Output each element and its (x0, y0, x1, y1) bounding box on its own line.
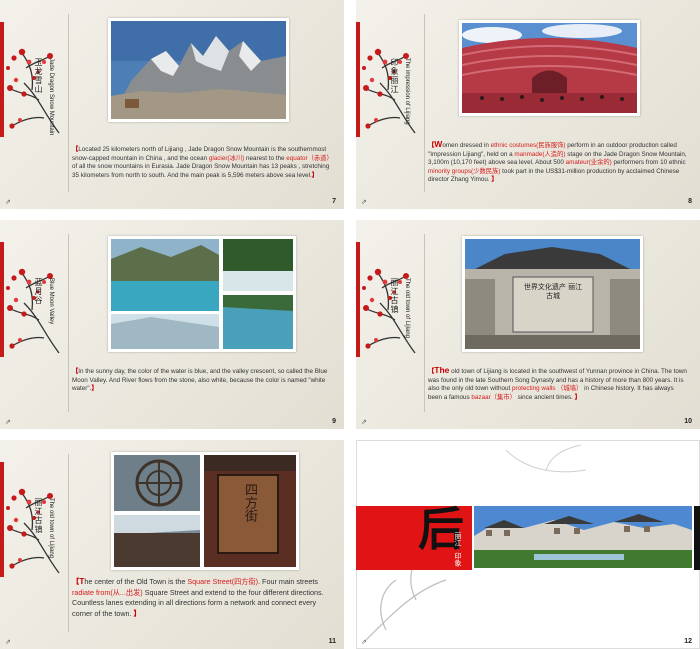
highlight-term: equator（赤道） (286, 154, 333, 162)
blue-moon-valley-collage (108, 236, 296, 352)
divider-line (68, 234, 69, 412)
highlight-term: radiate from(从...出发) (72, 587, 143, 597)
bracket-close: 】 (311, 171, 319, 179)
title-subtitle: 丽江 · 印象 (454, 532, 461, 567)
caption-text: since ancient times. (515, 393, 575, 401)
slide-number: 8 (688, 198, 692, 205)
share-icon[interactable]: ⇗ (361, 418, 367, 426)
caption-initial: The (434, 365, 450, 375)
bracket-close: 】 (91, 385, 98, 393)
slide-title-en: The old town of Lijiang (48, 498, 54, 559)
highlight-term: ethnic costumes(民族服饰) (490, 142, 566, 149)
slide-caption: 【The center of the Old Town is the Squar… (72, 576, 337, 619)
slide-title-cn: 丽江古镇 (34, 498, 43, 534)
caption-text: In the sunny day, the color of the water… (72, 368, 328, 393)
slide-title-cn: 玉龙雪山 (34, 58, 43, 94)
slide-title-en: Jade Dragon Snow Mountain (48, 58, 54, 136)
share-icon[interactable]: ⇗ (5, 418, 11, 426)
slide-caption: 【The old town of Lijiang is located in t… (428, 366, 688, 402)
highlight-term: bazaar（集市） (471, 393, 516, 401)
slide-number: 10 (684, 418, 692, 425)
caption-text: of all the snow mountains in Eurasia. Ja… (72, 163, 330, 179)
divider-line (68, 454, 69, 632)
slide-title-en: The old town of Lijiang (404, 278, 410, 339)
divider-line (424, 14, 425, 192)
slide-title-cn: 印象丽江 (390, 58, 399, 94)
bracket-close: 】 (491, 176, 498, 184)
slide-12[interactable]: 后 丽江 · 印象 ⇗ 12 (356, 440, 700, 649)
bracket-close: 】 (574, 393, 581, 401)
highlight-term: amateur(业余的) (565, 159, 612, 167)
highlight-term: glacier(冰川) (208, 154, 245, 162)
highlight-term: minority groups(少数民族) (428, 167, 501, 175)
caption-text: . Four main streets (258, 577, 318, 586)
gate-inscription: 世界文化遗产 丽江古城 (523, 283, 583, 300)
slide-caption: 【Located 25 kilometers north of Lijiang … (72, 146, 337, 180)
highlight-term: protecting walls （城墙） (512, 385, 583, 393)
share-icon[interactable]: ⇗ (361, 198, 367, 206)
slide-title-en: The impression of Lijiang (404, 58, 410, 125)
slide-title-cn: 蓝月谷 (34, 278, 43, 305)
square-street-sign: 四方街 (242, 483, 257, 522)
caption-text: he center of the Old Town is the (84, 577, 188, 586)
share-icon[interactable]: ⇗ (361, 638, 367, 646)
old-town-gate-photo: 世界文化遗产 丽江古城 (462, 236, 643, 352)
slide-9[interactable]: 蓝月谷 Blue Moon Valley 【In the sunny day, … (0, 220, 344, 429)
divider-line (68, 14, 69, 192)
bracket-close: 】 (133, 608, 141, 618)
impression-lijiang-photo (459, 20, 640, 116)
share-icon[interactable]: ⇗ (5, 638, 11, 646)
share-icon[interactable]: ⇗ (5, 198, 11, 206)
slide-8[interactable]: 印象丽江 The impression of Lijiang 【Women dr… (356, 0, 700, 209)
highlight-term: Square Street(四方街) (187, 577, 259, 586)
caption-text: nearest to the (244, 154, 287, 162)
caption-text: omen dressed in (442, 142, 491, 149)
divider-line (424, 234, 425, 412)
slide-number: 9 (332, 418, 336, 425)
slide-number: 7 (332, 198, 336, 205)
slide-caption: 【Women dressed in ethnic costumes(民族服饰) … (428, 140, 690, 185)
slide-title-en: Blue Moon Valley (48, 278, 54, 325)
highlight-term: manmade(人造的) (514, 150, 566, 158)
slide-10[interactable]: 丽江古镇 The old town of Lijiang 世界文化遗产 丽江古城… (356, 220, 700, 429)
slide-number: 12 (684, 638, 692, 645)
slide-7[interactable]: 玉龙雪山 Jade Dragon Snow Mountain 【Located … (0, 0, 344, 209)
slide-number: 11 (328, 638, 336, 645)
square-street-collage: 四方街 (111, 452, 299, 570)
slide-caption: 【In the sunny day, the color of the wate… (72, 368, 332, 394)
lijiang-village-photo (472, 504, 694, 570)
slide-11[interactable]: 丽江古镇 The old town of Lijiang 四方街 【The ce… (0, 440, 344, 649)
caption-text: performers from 10 ethnic (611, 159, 686, 167)
slide-title-cn: 丽江古镇 (390, 278, 399, 314)
snow-mountain-photo (108, 18, 289, 122)
